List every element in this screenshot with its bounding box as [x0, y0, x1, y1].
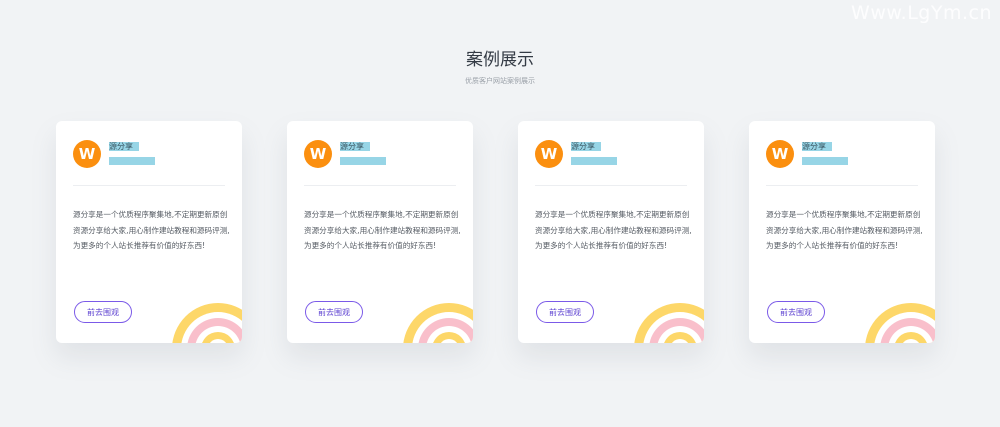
section-header: 案例展示 优质客户网站案例展示 — [0, 48, 1000, 86]
case-card-list: W 源分享 www.yfx.com 源分享是一个优质程序聚集地,不定期更新原创资… — [56, 121, 935, 343]
rainbow-decoration-icon — [634, 303, 704, 343]
card-header: W 源分享 www.yfx.com — [304, 140, 386, 168]
case-card: W 源分享 www.yfx.com 源分享是一个优质程序聚集地,不定期更新原创资… — [518, 121, 704, 343]
rainbow-decoration-icon — [172, 303, 242, 343]
section-subtitle: 优质客户网站案例展示 — [465, 77, 535, 85]
rainbow-decoration-icon — [403, 303, 473, 343]
case-card: W 源分享 www.yfx.com 源分享是一个优质程序聚集地,不定期更新原创资… — [56, 121, 242, 343]
card-description: 源分享是一个优质程序聚集地,不定期更新原创资源分享给大家,用心制作建站教程和源码… — [535, 210, 692, 250]
card-header: W 源分享 www.yfx.com — [535, 140, 617, 168]
visit-button[interactable]: 前去围观 — [74, 301, 132, 323]
brand-logo-icon: W — [535, 140, 563, 168]
brand-logo-icon: W — [766, 140, 794, 168]
card-site-name: 源分享 — [571, 142, 601, 151]
card-description: 源分享是一个优质程序聚集地,不定期更新原创资源分享给大家,用心制作建站教程和源码… — [73, 210, 230, 250]
rainbow-decoration-icon — [865, 303, 935, 343]
card-site-url: www.yfx.com — [571, 157, 617, 165]
card-header: W 源分享 www.yfx.com — [73, 140, 155, 168]
card-description: 源分享是一个优质程序聚集地,不定期更新原创资源分享给大家,用心制作建站教程和源码… — [766, 210, 923, 250]
card-header: W 源分享 www.yfx.com — [766, 140, 848, 168]
visit-button[interactable]: 前去围观 — [536, 301, 594, 323]
section-title: 案例展示 — [466, 50, 534, 70]
brand-logo-icon: W — [73, 140, 101, 168]
case-card: W 源分享 www.yfx.com 源分享是一个优质程序聚集地,不定期更新原创资… — [287, 121, 473, 343]
case-card: W 源分享 www.yfx.com 源分享是一个优质程序聚集地,不定期更新原创资… — [749, 121, 935, 343]
site-watermark: Www.LgYm.cn — [851, 2, 992, 24]
card-site-name: 源分享 — [109, 142, 139, 151]
card-site-name: 源分享 — [802, 142, 832, 151]
brand-logo-icon: W — [304, 140, 332, 168]
card-divider — [73, 185, 225, 186]
card-divider — [766, 185, 918, 186]
card-site-name: 源分享 — [340, 142, 370, 151]
card-site-url: www.yfx.com — [340, 157, 386, 165]
card-site-url: www.yfx.com — [802, 157, 848, 165]
visit-button[interactable]: 前去围观 — [767, 301, 825, 323]
visit-button[interactable]: 前去围观 — [305, 301, 363, 323]
card-divider — [535, 185, 687, 186]
card-description: 源分享是一个优质程序聚集地,不定期更新原创资源分享给大家,用心制作建站教程和源码… — [304, 210, 461, 250]
card-site-url: www.yfx.com — [109, 157, 155, 165]
card-divider — [304, 185, 456, 186]
